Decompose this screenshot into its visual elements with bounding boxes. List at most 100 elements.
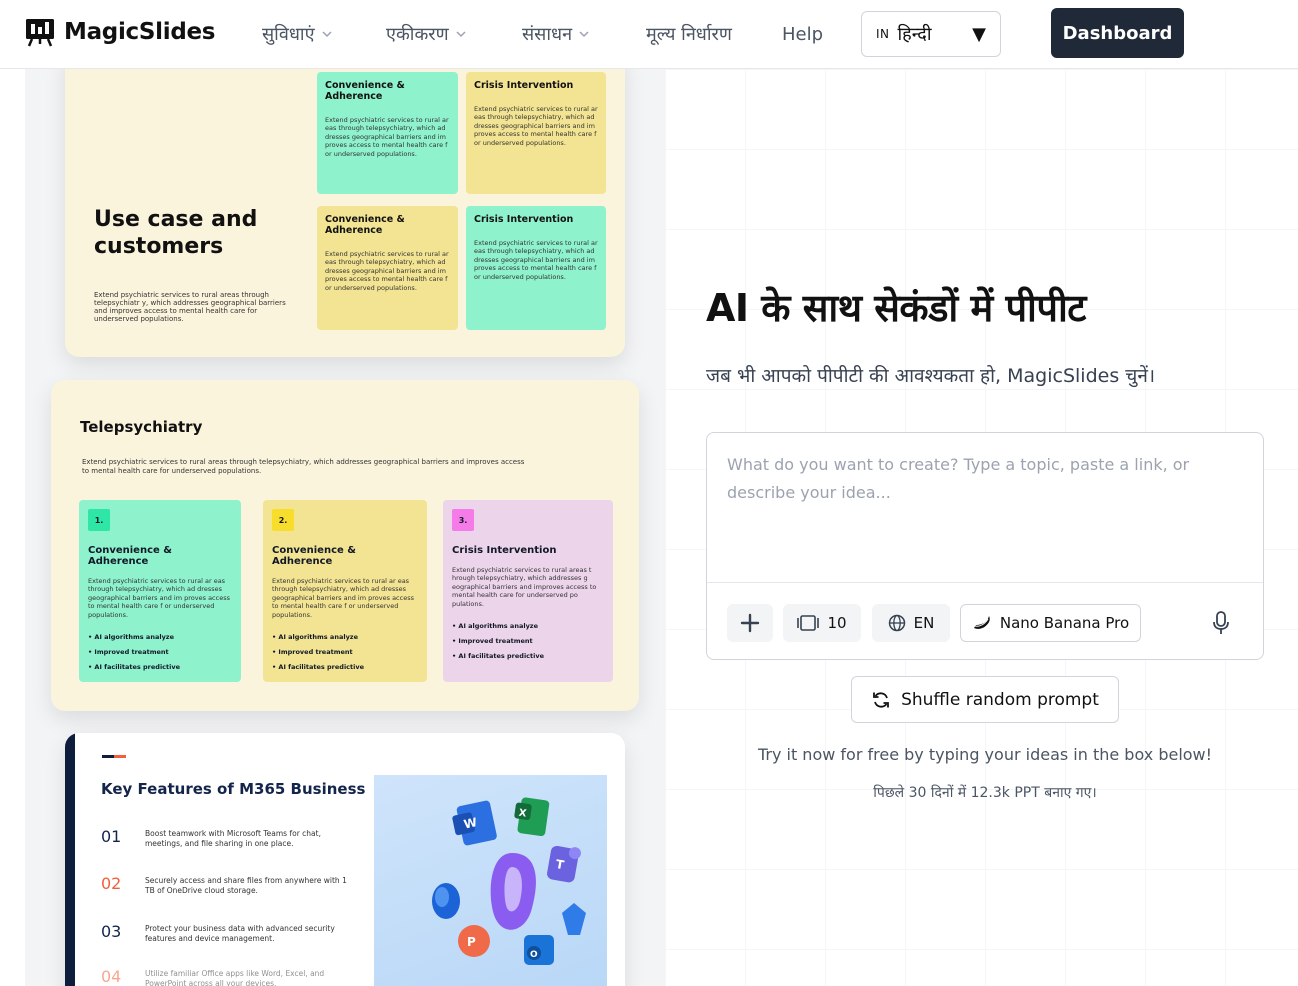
- chevron-down-icon: [456, 31, 466, 38]
- nav-help-label: Help: [782, 24, 824, 45]
- column-text: Extend psychiatric services to rural are…: [452, 566, 597, 608]
- feature-item: 03 Protect your business data with advan…: [101, 922, 350, 944]
- nav-integrations[interactable]: एकीकरण: [386, 22, 467, 46]
- column-bullets: • AI algorithms analyze • Improved treat…: [272, 633, 418, 671]
- dashboard-button[interactable]: Dashboard: [1051, 8, 1184, 58]
- ppt-count-text: पिछले 30 दिनों में 12.3k PPT बनाए गए।: [873, 785, 1097, 801]
- slide-column-card: 2. Convenience & Adherence Extend psychi…: [263, 500, 427, 682]
- column-number: 2.: [272, 509, 294, 531]
- column-number: 1.: [88, 509, 110, 531]
- slide-side-bar: [65, 733, 75, 986]
- slide-preview-use-case[interactable]: Use case and customers Extend psychiatri…: [65, 69, 625, 357]
- column-bullets: • AI algorithms analyze • Improved treat…: [452, 622, 604, 660]
- feature-text: Protect your business data with advanced…: [145, 924, 335, 943]
- feature-text: Boost teamwork with Microsoft Teams for …: [145, 829, 321, 848]
- slide-preview-m365[interactable]: Key Features of M365 Business 01 Boost t…: [65, 733, 625, 986]
- nav-features-label: सुविधाएं: [262, 24, 315, 45]
- card-text: Extend psychiatric services to rural ar …: [474, 239, 598, 281]
- card-title: Crisis Intervention: [474, 80, 574, 91]
- card-title: Convenience & Adherence: [325, 214, 405, 236]
- plus-icon: [740, 613, 760, 633]
- microphone-button[interactable]: [1203, 604, 1239, 642]
- office-apps-illustration: W X T P O: [374, 775, 607, 986]
- teams-icon: T: [547, 845, 581, 883]
- feature-text: Utilize familiar Office apps like Word, …: [145, 969, 325, 986]
- slide-description: Extend psychiatric services to rural are…: [94, 291, 286, 323]
- bullet-item: • AI facilitates predictive: [452, 652, 545, 661]
- hero-title: AI के साथ सेकंडों में पीपीट: [706, 286, 1086, 330]
- prompt-input[interactable]: [707, 433, 1263, 583]
- try-now-text: Try it now for free by typing your ideas…: [757, 745, 1213, 764]
- language-button[interactable]: EN: [872, 604, 950, 642]
- nav-integrations-label: एकीकरण: [386, 24, 449, 45]
- language-code: IN: [876, 27, 890, 41]
- onedrive-icon: [432, 883, 460, 919]
- slide-card: Crisis Intervention Extend psychiatric s…: [466, 72, 606, 194]
- feature-item: 02 Securely access and share files from …: [101, 874, 350, 896]
- bullet-item: • AI facilitates predictive: [272, 663, 365, 672]
- chevron-down-icon: [322, 31, 332, 38]
- model-select-button[interactable]: Nano Banana Pro: [960, 604, 1141, 642]
- office-icons-graphic: W X T P O: [432, 797, 586, 965]
- nav-pricing-label: मूल्य निर्धारण: [646, 24, 732, 45]
- language-label: हिन्दी: [897, 24, 932, 45]
- magicslides-logo-icon: [26, 19, 54, 47]
- microphone-icon: [1213, 611, 1229, 634]
- dropdown-triangle-icon: ▼: [972, 23, 986, 45]
- column-text: Extend psychiatric services to rural ar …: [272, 577, 414, 619]
- powerpoint-icon: P: [458, 925, 490, 957]
- column-number: 3.: [452, 509, 474, 531]
- chevron-down-icon: [579, 31, 589, 38]
- slide-card: Convenience & Adherence Extend psychiatr…: [317, 72, 458, 194]
- logo-text: MagicSlides: [64, 19, 216, 45]
- m365-copilot-icon: [490, 853, 536, 930]
- feature-number: 01: [101, 827, 122, 846]
- slide-card: Convenience & Adherence Extend psychiatr…: [317, 206, 458, 330]
- nav-help[interactable]: Help: [782, 24, 823, 45]
- feature-text: Securely access and share files from any…: [145, 876, 347, 895]
- slides-icon: [797, 615, 820, 631]
- bullet-item: • Improved treatment: [452, 637, 533, 646]
- shuffle-prompt-label: Shuffle random prompt: [901, 689, 1099, 710]
- card-text: Extend psychiatric services to rural ar …: [325, 250, 449, 292]
- bullet-item: • AI algorithms analyze: [452, 622, 538, 631]
- refresh-icon: [873, 691, 889, 708]
- shuffle-prompt-button[interactable]: Shuffle random prompt: [851, 676, 1119, 723]
- banana-icon: [973, 616, 990, 629]
- slide-accent-line: [102, 755, 126, 758]
- bullet-item: • AI algorithms analyze: [88, 633, 174, 642]
- card-text: Extend psychiatric services to rural ar …: [325, 116, 449, 158]
- column-title: Convenience & Adherence: [88, 545, 172, 567]
- defender-icon: [562, 903, 586, 935]
- word-icon: W: [452, 800, 497, 846]
- top-navbar: MagicSlides सुविधाएं एकीकरण संसाधन मूल्य…: [0, 0, 1298, 69]
- feature-item: 04 Utilize familiar Office apps like Wor…: [101, 967, 350, 986]
- nav-pricing[interactable]: मूल्य निर्धारण: [646, 22, 732, 46]
- prompt-box: 10 EN Nano Banana Pro: [706, 432, 1264, 660]
- outlook-icon: O: [524, 935, 554, 965]
- nav-resources[interactable]: संसाधन: [522, 22, 590, 46]
- add-attachment-button[interactable]: [727, 604, 773, 642]
- column-bullets: • AI algorithms analyze • Improved treat…: [88, 633, 232, 671]
- feature-item: 01 Boost teamwork with Microsoft Teams f…: [101, 827, 350, 849]
- slide-preview-telepsychiatry[interactable]: Telepsychiatry Extend psychiatric servic…: [51, 380, 639, 711]
- svg-text:O: O: [530, 950, 538, 960]
- slide-card: Crisis Intervention Extend psychiatric s…: [466, 206, 606, 330]
- slide-description: Extend psychiatric services to rural are…: [82, 458, 525, 475]
- slide-title: Use case and customers: [94, 207, 258, 259]
- bullet-item: • AI facilitates predictive: [88, 663, 181, 672]
- language-value: EN: [913, 614, 935, 632]
- slide-count-button[interactable]: 10: [783, 604, 861, 642]
- model-name: Nano Banana Pro: [999, 614, 1130, 632]
- card-text: Extend psychiatric services to rural ar …: [474, 105, 598, 147]
- slide-title: Telepsychiatry: [80, 418, 203, 436]
- nav-features[interactable]: सुविधाएं: [262, 22, 333, 46]
- language-select[interactable]: IN हिन्दी ▼: [861, 11, 1001, 57]
- slide-title: Key Features of M365 Business: [101, 780, 366, 798]
- feature-number: 03: [101, 922, 122, 941]
- slide-count-value: 10: [827, 614, 847, 632]
- logo[interactable]: MagicSlides: [24, 16, 215, 48]
- hero-subtitle: जब भी आपको पीपीटी की आवश्यकता हो, MagicS…: [706, 365, 1156, 387]
- bullet-item: • Improved treatment: [88, 648, 169, 657]
- card-title: Convenience & Adherence: [325, 80, 405, 102]
